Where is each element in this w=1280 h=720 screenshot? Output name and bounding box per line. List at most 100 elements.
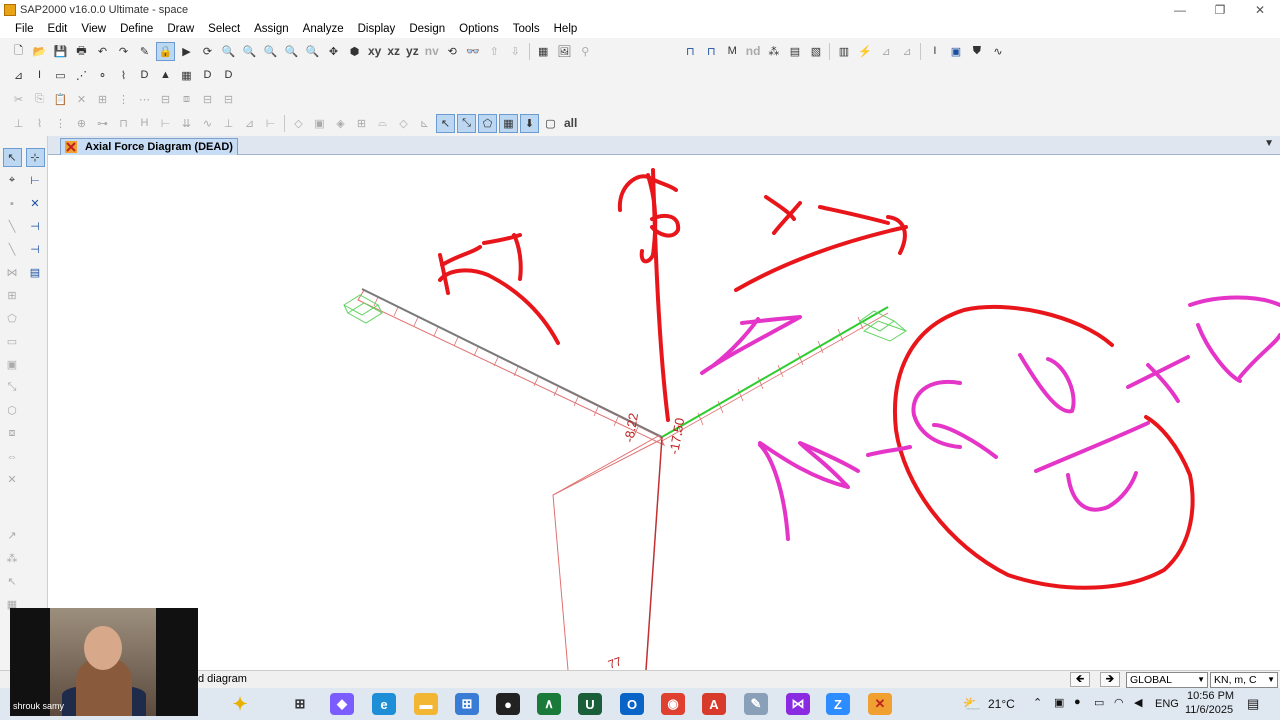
spring-icon[interactable]: ⌇ (114, 66, 133, 85)
select-intersect-icon[interactable]: ⬇ (520, 113, 539, 133)
wifi-tray-icon[interactable]: ◠ (1114, 696, 1124, 709)
3d-view-icon[interactable]: ⬢ (345, 42, 364, 61)
menu-design[interactable]: Design (402, 23, 452, 35)
assign-constraint-icon[interactable]: ⋮ (51, 114, 70, 133)
function-icon[interactable]: D (219, 66, 238, 85)
show-deformed-icon[interactable]: ▧ (806, 42, 825, 61)
outlook-icon[interactable]: O (620, 693, 644, 715)
menu-select[interactable]: Select (201, 23, 247, 35)
close-button[interactable]: ✕ (1240, 0, 1280, 20)
zoom-window-icon[interactable]: 🔍 (219, 42, 238, 61)
copilot-sparkle-icon[interactable]: ✦ (228, 693, 252, 715)
move-down-icon[interactable]: ⇩ (506, 42, 525, 61)
cursor-snap-icon[interactable]: ↗ (3, 526, 22, 545)
ps-icon[interactable]: ⁂ (3, 549, 22, 568)
draw-cable-icon[interactable]: ✕ (3, 470, 22, 489)
draw-poly-area-icon[interactable]: ⬠ (3, 309, 22, 328)
minimize-button[interactable]: — (1160, 0, 1200, 20)
window-close-icon[interactable] (65, 141, 77, 153)
show-undeformed-icon[interactable]: ◇ (289, 114, 308, 133)
tab-list-dropdown-icon[interactable]: ▼ (1264, 138, 1274, 149)
pointer-icon[interactable]: ↖ (2, 148, 22, 167)
assign-load-icon[interactable]: ⇊ (177, 114, 196, 133)
taskview-icon[interactable]: ⊞ (288, 693, 312, 715)
draw-section-cut-icon[interactable]: ⊞ (3, 286, 22, 305)
menu-analyze[interactable]: Analyze (296, 23, 351, 35)
view-nv-button[interactable]: nv (423, 42, 441, 61)
align-icon[interactable]: ⊟ (156, 90, 175, 109)
set-display-icon[interactable]: 🖼 (555, 42, 574, 61)
rotate-3d-icon[interactable]: ⟲ (443, 42, 462, 61)
assign-local-axes-icon[interactable]: ⊕ (72, 114, 91, 133)
frame-2d-icon[interactable]: ⊓ (681, 42, 700, 61)
open-file-icon[interactable]: 📂 (30, 42, 49, 61)
notification-icon[interactable]: ▤ (1247, 696, 1259, 712)
frame-3d-icon[interactable]: ⊓ (702, 42, 721, 61)
reshape-icon[interactable]: ⌖ (3, 171, 22, 190)
assign-area-load-icon[interactable]: ⊿ (240, 114, 259, 133)
weather-icon[interactable]: ⛅ (960, 693, 984, 715)
zoom-app-icon[interactable]: Z (826, 693, 850, 715)
draw-frame-icon[interactable]: ╲ (3, 217, 22, 236)
assign-temp-icon[interactable]: ∿ (198, 114, 217, 133)
draw-rect-area-icon[interactable]: ▭ (3, 332, 22, 351)
line-style-icon[interactable]: ∿ (988, 42, 1007, 61)
draw-joint-icon[interactable]: ▪ (3, 194, 22, 213)
coord-system-select[interactable]: GLOBAL ▼ (1126, 672, 1208, 688)
combo-icon[interactable]: ▦ (177, 66, 196, 85)
u-app-icon[interactable]: U (578, 693, 602, 715)
left-beam-member[interactable] (361, 288, 663, 438)
grid-edit-icon[interactable]: ⊿ (9, 66, 28, 85)
paint-app-icon[interactable]: ✎ (744, 693, 768, 715)
menu-assign[interactable]: Assign (247, 23, 296, 35)
design-icon[interactable]: ⚡ (855, 42, 874, 61)
nd-button[interactable]: nd (744, 42, 763, 61)
area-section-icon[interactable]: ▭ (51, 66, 70, 85)
draw-brace-icon[interactable]: ⋈ (3, 263, 22, 282)
get-previous-selection-icon[interactable]: ▢ (541, 114, 560, 133)
assign-area-icon[interactable]: ⊥ (219, 114, 238, 133)
math-app-icon[interactable]: ∧ (537, 693, 561, 715)
shrink-objects-icon[interactable]: ⚲ (576, 42, 595, 61)
tray-chevron-up-icon[interactable]: ⌃ (1033, 696, 1042, 709)
check-2-icon[interactable]: ⊿ (897, 42, 916, 61)
link-icon[interactable]: ⋰ (72, 66, 91, 85)
store-icon[interactable]: ⊞ (455, 693, 479, 715)
mass-source-icon[interactable]: D (198, 66, 217, 85)
refresh-icon[interactable]: ⟳ (198, 42, 217, 61)
visual-studio-icon[interactable]: ⋈ (786, 693, 810, 715)
show-loads-icon[interactable]: ▣ (310, 114, 329, 133)
previous-view-button[interactable]: 🡸 (1070, 672, 1090, 687)
snap-joints-icon[interactable]: ⊹ (25, 148, 45, 167)
mic-tray-icon[interactable]: ● (1074, 696, 1081, 708)
snap-lines-icon[interactable]: ⊣ (26, 240, 45, 259)
assign-offset-icon[interactable]: ⊢ (156, 114, 175, 133)
table-icon[interactable]: ▥ (834, 42, 853, 61)
menu-help[interactable]: Help (547, 23, 585, 35)
cut-icon[interactable]: ✂ (9, 90, 28, 109)
select-all-button[interactable]: all (562, 114, 579, 133)
assign-wind-icon[interactable]: ⊢ (261, 114, 280, 133)
render-icon[interactable]: ⛊ (967, 42, 986, 61)
record-app-icon[interactable]: ● (496, 693, 520, 715)
maximize-button[interactable]: ❐ (1200, 0, 1240, 20)
menu-file[interactable]: File (8, 23, 41, 35)
quick-draw-frame-icon[interactable]: ╲ (3, 240, 22, 259)
pencil-icon[interactable]: ✎ (135, 42, 154, 61)
show-forces-icon[interactable]: ▤ (785, 42, 804, 61)
extrude-icon[interactable]: ⧈ (177, 90, 196, 109)
undo-icon[interactable]: ↶ (93, 42, 112, 61)
display-options-icon[interactable]: ▦ (534, 42, 553, 61)
copilot-app-icon[interactable]: ◆ (330, 693, 354, 715)
load-pattern-icon[interactable]: D (135, 66, 154, 85)
file-explorer-icon[interactable]: ▬ (414, 693, 438, 715)
merge-icon[interactable]: ⋯ (135, 90, 154, 109)
menu-define[interactable]: Define (113, 23, 160, 35)
menu-display[interactable]: Display (351, 23, 403, 35)
menu-draw[interactable]: Draw (160, 23, 201, 35)
run-analysis-icon[interactable]: ▶ (177, 42, 196, 61)
paste-icon[interactable]: 📋 (51, 90, 70, 109)
replicate-icon[interactable]: ⊞ (93, 90, 112, 109)
right-beam-member[interactable] (661, 306, 889, 438)
quick-draw-area-icon[interactable]: ▣ (3, 355, 22, 374)
